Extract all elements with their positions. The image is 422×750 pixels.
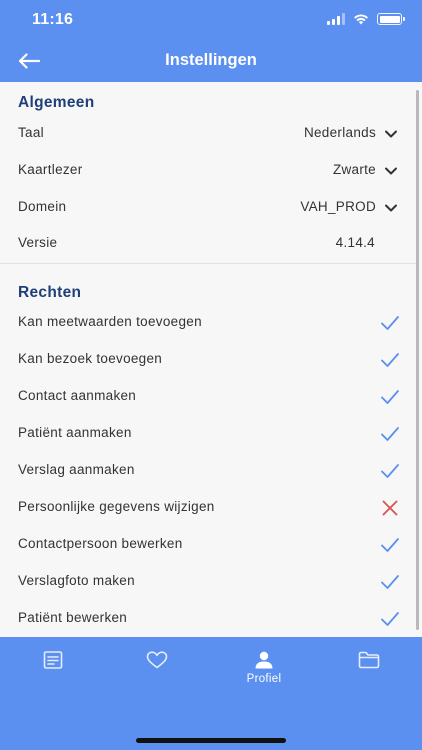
- tab-bar: Profiel: [0, 637, 422, 750]
- right-label: Contact aanmaken: [18, 388, 137, 403]
- right-row: Verslag aanmaken: [0, 453, 410, 490]
- cross-icon: [382, 500, 398, 516]
- checkmark-icon: [381, 575, 399, 589]
- section-divider: [0, 263, 416, 264]
- right-row: Patiënt bewerken: [0, 601, 410, 637]
- scrollbar[interactable]: [416, 90, 419, 630]
- setting-label: Kaartlezer: [18, 162, 83, 177]
- tab-folders[interactable]: [339, 651, 399, 697]
- right-row: Kan bezoek toevoegen: [0, 342, 410, 379]
- tab-documents[interactable]: [23, 651, 83, 697]
- setting-row-language[interactable]: Taal Nederlands: [0, 116, 410, 153]
- status-bar: 11:16: [0, 0, 422, 40]
- checkmark-icon: [381, 390, 399, 404]
- status-time: 11:16: [32, 11, 74, 28]
- nav-bar: Instellingen: [0, 40, 422, 82]
- settings-content[interactable]: Algemeen Taal Nederlands Kaartlezer Zwar…: [0, 82, 422, 637]
- page-title: Instellingen: [165, 51, 257, 69]
- setting-value: Zwarte: [332, 162, 376, 177]
- home-indicator[interactable]: [136, 738, 286, 743]
- setting-label: Taal: [18, 125, 44, 140]
- right-label: Kan meetwaarden toevoegen: [18, 314, 202, 329]
- section-title-general: Algemeen: [18, 94, 95, 111]
- right-label: Verslag aanmaken: [18, 462, 135, 477]
- setting-label: Versie: [18, 235, 58, 250]
- right-row: Patiënt aanmaken: [0, 416, 410, 453]
- right-row: Contact aanmaken: [0, 379, 410, 416]
- checkmark-icon: [381, 353, 399, 367]
- checkmark-icon: [381, 427, 399, 441]
- right-label: Patiënt aanmaken: [18, 425, 132, 440]
- checkmark-icon: [381, 316, 399, 330]
- section-title-rights: Rechten: [18, 284, 82, 301]
- right-label: Verslagfoto maken: [18, 573, 135, 588]
- document-list-icon: [43, 651, 63, 669]
- version-value: 4.14.4: [335, 235, 375, 250]
- right-row: Persoonlijke gegevens wijzigen: [0, 490, 410, 527]
- battery-icon: [377, 13, 405, 25]
- tab-profile[interactable]: Profiel: [234, 651, 294, 697]
- checkmark-icon: [381, 464, 399, 478]
- chevron-down-icon: [385, 167, 397, 175]
- setting-row-version: Versie 4.14.4: [0, 226, 410, 263]
- right-row: Kan meetwaarden toevoegen: [0, 305, 410, 342]
- heart-icon: [146, 651, 168, 669]
- right-label: Kan bezoek toevoegen: [18, 351, 163, 366]
- checkmark-icon: [381, 538, 399, 552]
- right-row: Verslagfoto maken: [0, 564, 410, 601]
- right-label: Persoonlijke gegevens wijzigen: [18, 499, 215, 514]
- folder-icon: [358, 651, 380, 669]
- setting-row-domain[interactable]: Domein VAH_PROD: [0, 190, 410, 227]
- right-label: Patiënt bewerken: [18, 610, 128, 625]
- setting-row-card-reader[interactable]: Kaartlezer Zwarte: [0, 153, 410, 190]
- top-bar: 11:16 Instellingen: [0, 0, 422, 82]
- wifi-icon: [354, 14, 368, 25]
- tab-favorites[interactable]: [127, 651, 187, 697]
- right-row: Contactpersoon bewerken: [0, 527, 410, 564]
- right-label: Contactpersoon bewerken: [18, 536, 183, 551]
- checkmark-icon: [381, 612, 399, 626]
- status-icons: [327, 13, 405, 25]
- setting-value: VAH_PROD: [300, 199, 376, 214]
- chevron-down-icon: [385, 204, 397, 212]
- setting-value: Nederlands: [303, 125, 376, 140]
- person-icon: [255, 651, 273, 669]
- setting-label: Domein: [18, 199, 67, 214]
- signal-icon: [327, 13, 345, 25]
- tab-label: Profiel: [246, 673, 282, 685]
- chevron-down-icon: [385, 130, 397, 138]
